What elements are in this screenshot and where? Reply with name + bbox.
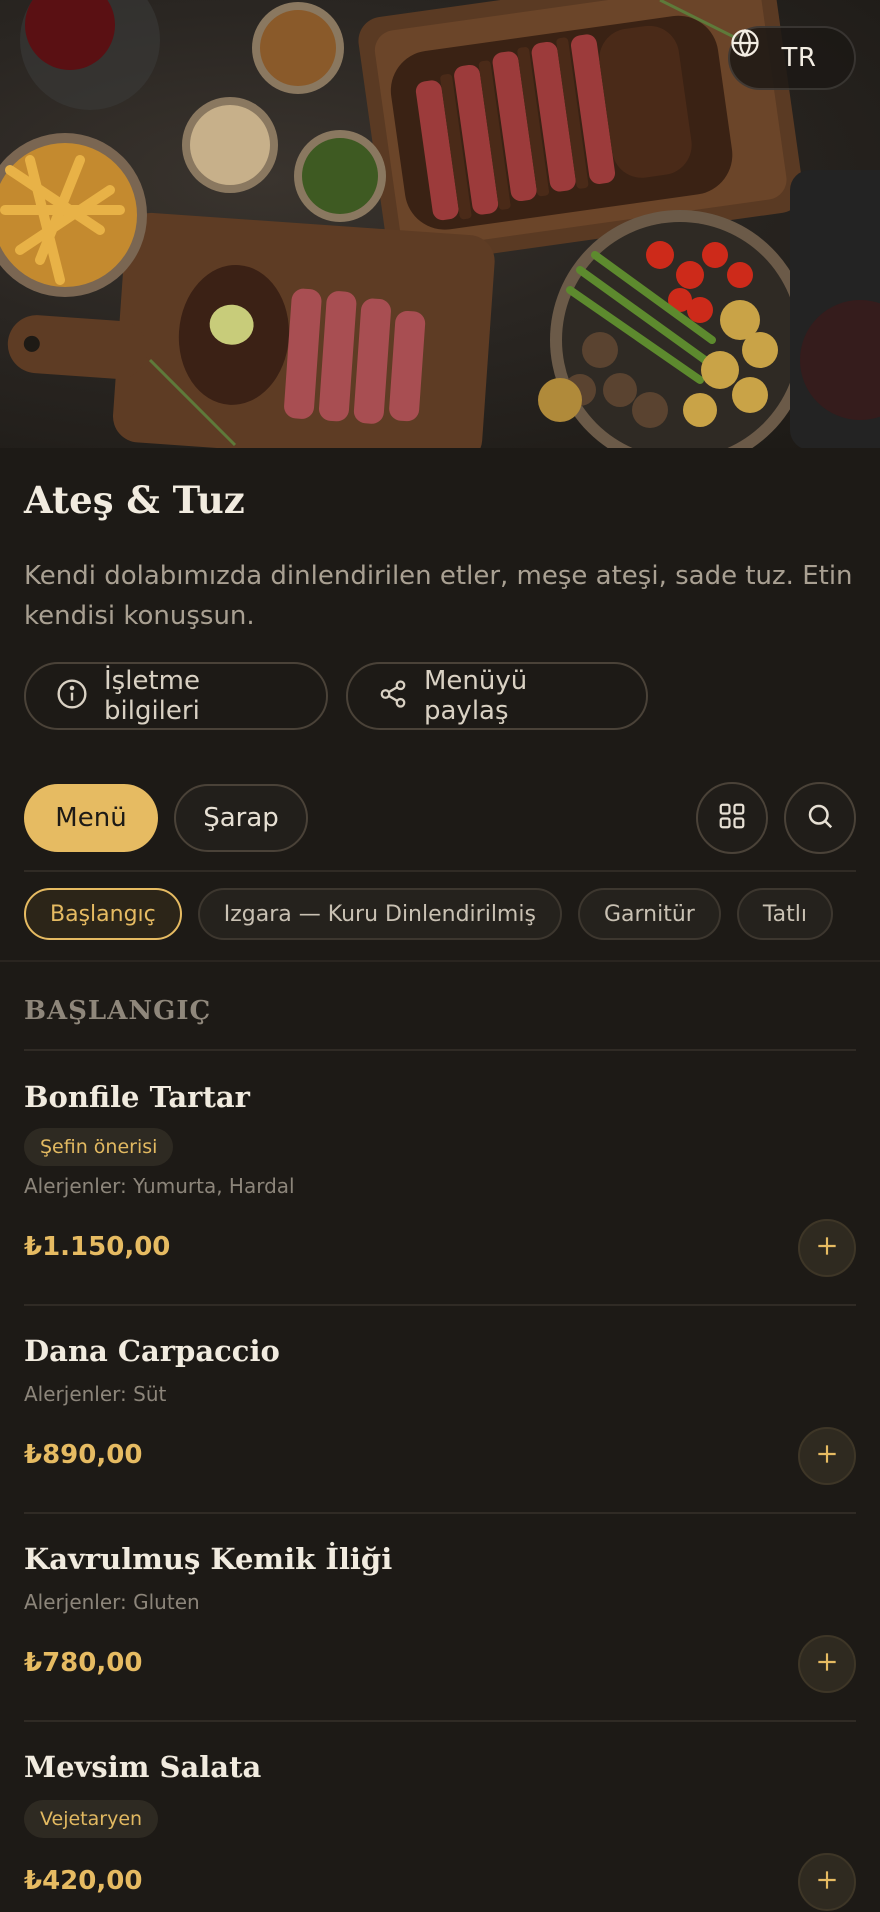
category-chip-dessert[interactable]: Tatlı [736, 888, 833, 940]
item-name: Kavrulmuş Kemik İliği [24, 1542, 393, 1576]
add-item-button[interactable] [798, 1635, 856, 1693]
share-icon [378, 679, 408, 713]
info-actions: İşletme bilgileri Menüyü paylaş [24, 662, 648, 730]
share-menu-button[interactable]: Menüyü paylaş [346, 662, 648, 730]
item-price: ₺780,00 [24, 1648, 143, 1678]
item-name: Dana Carpaccio [24, 1334, 280, 1368]
main-tabs: Menü Şarap [24, 784, 308, 852]
category-chip-grill[interactable]: Izgara — Kuru Dinlendirilmiş [197, 888, 562, 940]
search-button[interactable] [784, 782, 856, 854]
language-code: TR [781, 43, 817, 73]
add-item-button[interactable] [798, 1853, 856, 1911]
category-divider [0, 960, 880, 962]
item-price: ₺1.150,00 [24, 1232, 171, 1262]
tabs-divider [24, 870, 856, 872]
restaurant-tagline: Kendi dolabımızda dinlendirilen etler, m… [24, 561, 853, 631]
item-allergens: Alerjenler: Gluten [24, 1590, 200, 1614]
section-divider [24, 1049, 856, 1051]
grid-view-button[interactable] [696, 782, 768, 854]
item-name: Mevsim Salata [24, 1750, 262, 1784]
plus-icon [814, 1233, 840, 1263]
item-name: Bonfile Tartar [24, 1080, 250, 1114]
hero-image: TR [0, 0, 880, 448]
search-icon [805, 801, 835, 835]
item-divider [24, 1512, 856, 1514]
language-button[interactable]: TR [728, 26, 856, 90]
info-icon [56, 678, 88, 714]
tab-wine[interactable]: Şarap [174, 784, 308, 852]
add-item-button[interactable] [798, 1219, 856, 1277]
restaurant-name: Ateş & Tuz [24, 478, 245, 522]
add-item-button[interactable] [798, 1427, 856, 1485]
share-menu-label: Menüyü paylaş [424, 666, 528, 726]
plus-icon [814, 1441, 840, 1471]
item-divider [24, 1304, 856, 1306]
grid-icon [717, 801, 747, 835]
chef-recommendation-badge: Şefin önerisi [24, 1128, 174, 1166]
section-title: BAŞLANGIÇ [24, 996, 212, 1026]
business-info-button[interactable]: İşletme bilgileri [24, 662, 328, 730]
item-price: ₺890,00 [24, 1440, 143, 1470]
category-chip-starters[interactable]: Başlangıç [24, 888, 182, 940]
plus-icon [814, 1867, 840, 1897]
item-allergens: Alerjenler: Yumurta, Hardal [24, 1174, 295, 1198]
business-info-label: İşletme bilgileri [104, 666, 200, 726]
tab-menu[interactable]: Menü [24, 784, 158, 852]
plus-icon [814, 1649, 840, 1679]
vegetarian-badge: Vejetaryen [24, 1800, 159, 1838]
category-chip-sides[interactable]: Garnitür [577, 888, 721, 940]
item-divider [24, 1720, 856, 1722]
category-chips: Başlangıç Izgara — Kuru Dinlendirilmiş G… [24, 888, 833, 940]
item-price: ₺420,00 [24, 1866, 143, 1896]
item-allergens: Alerjenler: Süt [24, 1382, 167, 1406]
